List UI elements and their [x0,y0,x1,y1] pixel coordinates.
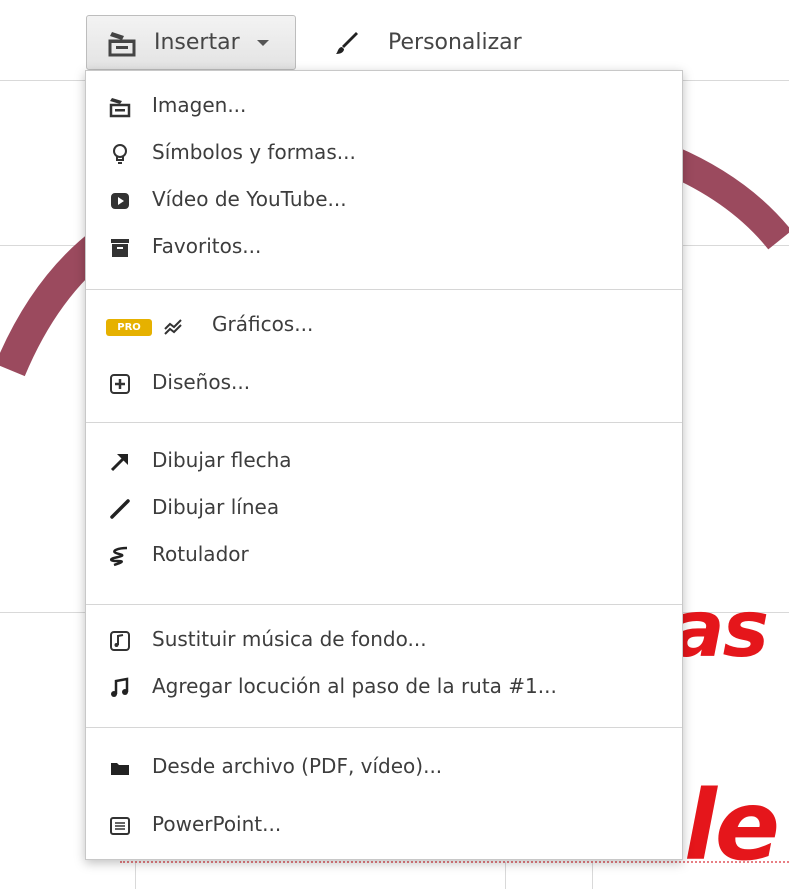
personalize-label: Personalizar [388,30,522,55]
menu-item-designs[interactable]: Diseños... [86,364,682,404]
folder-icon [111,763,129,775]
arrow-icon [110,454,128,472]
menu-item-favorites[interactable]: Favoritos... [86,228,682,268]
lightbulb-icon [113,144,127,164]
menu-item-label: Imagen... [152,93,247,117]
menu-item-label: Desde archivo (PDF, vídeo)... [152,754,443,778]
insert-menu: Imagen... Símbolos y formas... Vídeo de … [85,70,683,860]
menu-item-label: Símbolos y formas... [152,140,356,164]
menu-item-label: Agregar locución al paso de la ruta #1..… [152,674,557,698]
canvas-text-top: as [672,585,769,675]
menu-item-marker[interactable]: Rotulador [86,536,682,576]
menu-item-add-voiceover[interactable]: Agregar locución al paso de la ruta #1..… [86,668,682,708]
menu-item-powerpoint[interactable]: PowerPoint... [86,806,682,846]
menu-item-from-file[interactable]: Desde archivo (PDF, vídeo)... [86,748,682,788]
text-box-border [120,861,789,863]
chevron-down-icon [257,40,269,46]
menu-item-label: Vídeo de YouTube... [152,187,347,211]
menu-item-label: Dibujar línea [152,495,280,519]
marker-icon [110,546,128,567]
music-file-icon [110,631,130,651]
personalize-button[interactable]: Personalizar [334,15,522,70]
image-icon [109,98,131,118]
menu-item-label: Sustituir música de fondo... [152,627,427,651]
menu-item-label: PowerPoint... [152,812,282,836]
image-icon [108,32,136,57]
menu-item-label: Rotulador [152,542,249,566]
insert-label: Insertar [154,30,240,55]
menu-separator [86,604,682,605]
menu-separator [86,422,682,423]
toolbar: Insertar Personalizar [0,0,789,76]
menu-item-symbols-shapes[interactable]: Símbolos y formas... [86,134,682,174]
brush-icon [336,31,358,54]
menu-item-draw-line[interactable]: Dibujar línea [86,489,682,529]
chart-icon [164,319,182,335]
line-icon [110,499,130,519]
list-icon [110,817,130,835]
archive-icon [111,239,129,257]
menu-item-label: Gráficos... [212,312,314,336]
menu-item-label: Favoritos... [152,234,262,258]
menu-separator [86,727,682,728]
youtube-icon [111,193,129,209]
menu-separator [86,289,682,290]
menu-item-image[interactable]: Imagen... [86,87,682,127]
music-note-icon [111,677,129,697]
menu-item-charts[interactable]: PRO Gráficos... [86,306,682,346]
menu-item-label: Dibujar flecha [152,448,292,472]
menu-item-youtube-video[interactable]: Vídeo de YouTube... [86,181,682,221]
insert-dropdown-button[interactable]: Insertar [86,15,296,70]
canvas-text-bottom: le [684,770,780,882]
plus-square-icon [110,374,130,394]
menu-item-replace-music[interactable]: Sustituir música de fondo... [86,621,682,661]
menu-item-label: Diseños... [152,370,251,394]
menu-item-draw-arrow[interactable]: Dibujar flecha [86,442,682,482]
pro-badge: PRO [106,319,152,336]
